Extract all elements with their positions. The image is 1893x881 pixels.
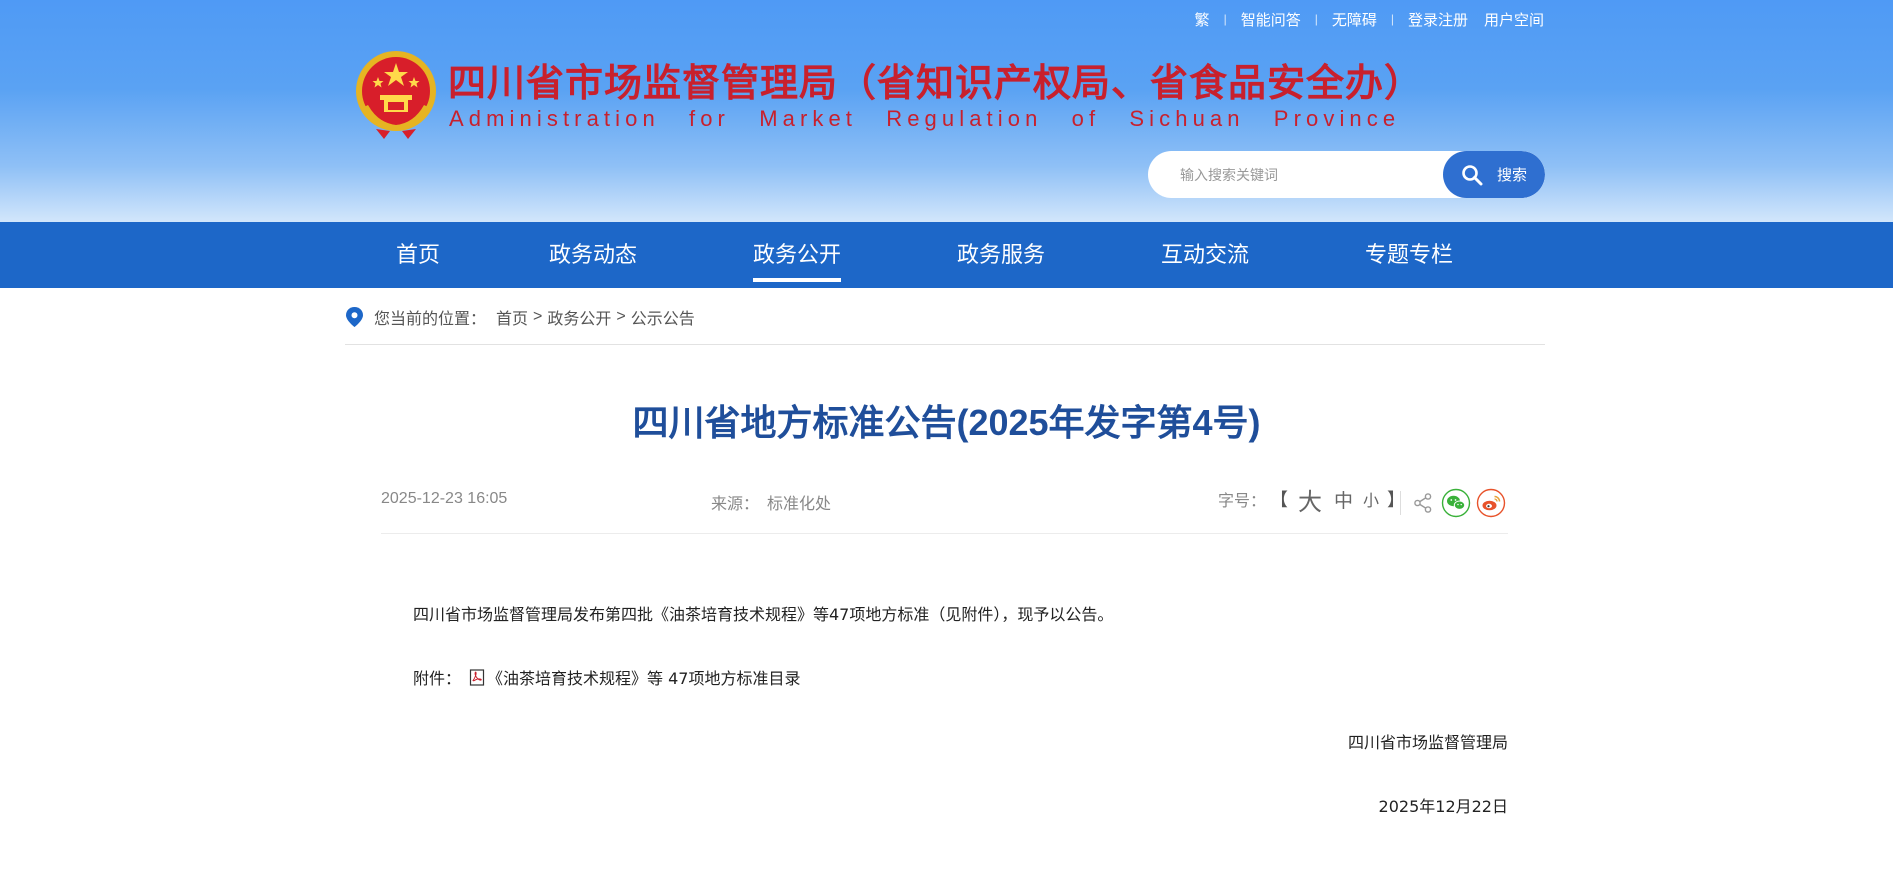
accessibility-link[interactable]: 无障碍	[1332, 9, 1377, 30]
font-size-control: 字号： 【 大 中 小 】	[1218, 482, 1409, 516]
location-pin-icon	[346, 307, 363, 327]
login-register-link[interactable]: 登录注册	[1408, 9, 1468, 30]
share-icon[interactable]	[1413, 492, 1433, 514]
divider: |	[1223, 12, 1227, 26]
site-title[interactable]: 四川省市场监督管理局（省知识产权局、省食品安全办）	[448, 52, 1423, 107]
nav-item-interaction[interactable]: 互动交流	[1161, 222, 1249, 288]
article-title: 四川省地方标准公告(2025年发字第4号)	[632, 402, 1261, 443]
attachment-link[interactable]: 《油茶培育技术规程》等 47项地方标准目录	[487, 665, 800, 689]
weibo-icon[interactable]	[1476, 488, 1506, 518]
meta-divider	[381, 533, 1508, 534]
breadcrumb-divider	[345, 344, 1545, 345]
search-box: 搜索	[1148, 151, 1545, 198]
article-source: 来源： 标准化处	[711, 490, 831, 514]
bracket-open: 【	[1270, 490, 1289, 510]
article-body: 四川省市场监督管理局发布第四批《油茶培育技术规程》等47项地方标准（见附件），现…	[413, 605, 1114, 624]
site-subtitle: Administration for Market Regulation of …	[449, 106, 1401, 131]
national-emblem-icon[interactable]	[354, 49, 438, 141]
wechat-icon[interactable]	[1441, 488, 1471, 518]
attachment-label: 附件：	[413, 669, 462, 688]
breadcrumb-public-affairs[interactable]: 政务公开	[547, 305, 611, 329]
divider	[1400, 491, 1401, 515]
font-size-large-button[interactable]: 大	[1298, 482, 1322, 517]
divider: |	[1314, 12, 1318, 26]
breadcrumb-announcements[interactable]: 公示公告	[631, 305, 695, 329]
font-size-label: 字号：	[1218, 493, 1267, 510]
font-size-small-button[interactable]: 小	[1363, 487, 1379, 511]
traditional-chinese-link[interactable]: 繁	[1195, 9, 1210, 30]
font-size-medium-button[interactable]: 中	[1334, 486, 1353, 513]
user-space-link[interactable]: 用户空间	[1484, 9, 1544, 30]
nav-item-news[interactable]: 政务动态	[549, 222, 637, 288]
breadcrumb-separator: >	[533, 308, 543, 325]
bracket-close: 】	[1387, 490, 1406, 510]
signature: 四川省市场监督管理局	[1347, 733, 1508, 752]
search-button-label: 搜索	[1496, 167, 1527, 184]
breadcrumb: 您当前的位置： 首页 > 政务公开 > 公示公告	[345, 304, 695, 330]
sign-date: 2025年12月22日	[1378, 797, 1508, 816]
search-button[interactable]: 搜索	[1443, 151, 1545, 198]
main-nav: 首页 政务动态 政务公开 政务服务 互动交流 专题专栏	[0, 222, 1893, 288]
breadcrumb-label: 您当前的位置：	[374, 311, 487, 328]
smart-qa-link[interactable]: 智能问答	[1241, 9, 1301, 30]
site-header: 繁 | 智能问答 | 无障碍 | 登录注册 用户空间 四川省市场监督管理局（省知…	[0, 0, 1893, 222]
pdf-icon	[469, 668, 485, 686]
search-input[interactable]	[1148, 151, 1448, 198]
breadcrumb-separator: >	[616, 308, 626, 325]
nav-item-public-affairs[interactable]: 政务公开	[753, 222, 842, 288]
publish-date: 2025-12-23 16:05	[381, 490, 508, 507]
breadcrumb-home[interactable]: 首页	[496, 305, 528, 329]
nav-item-home[interactable]: 首页	[396, 222, 440, 288]
source-value: 标准化处	[767, 496, 832, 513]
nav-item-topics[interactable]: 专题专栏	[1365, 222, 1453, 288]
search-icon	[1462, 164, 1483, 185]
nav-item-services[interactable]: 政务服务	[957, 222, 1045, 288]
top-links: 繁 | 智能问答 | 无障碍 | 登录注册 用户空间	[1195, 8, 1544, 30]
attachment-row: 附件： 《油茶培育技术规程》等 47项地方标准目录	[413, 665, 800, 689]
source-label: 来源：	[711, 496, 760, 513]
divider: |	[1390, 12, 1394, 26]
